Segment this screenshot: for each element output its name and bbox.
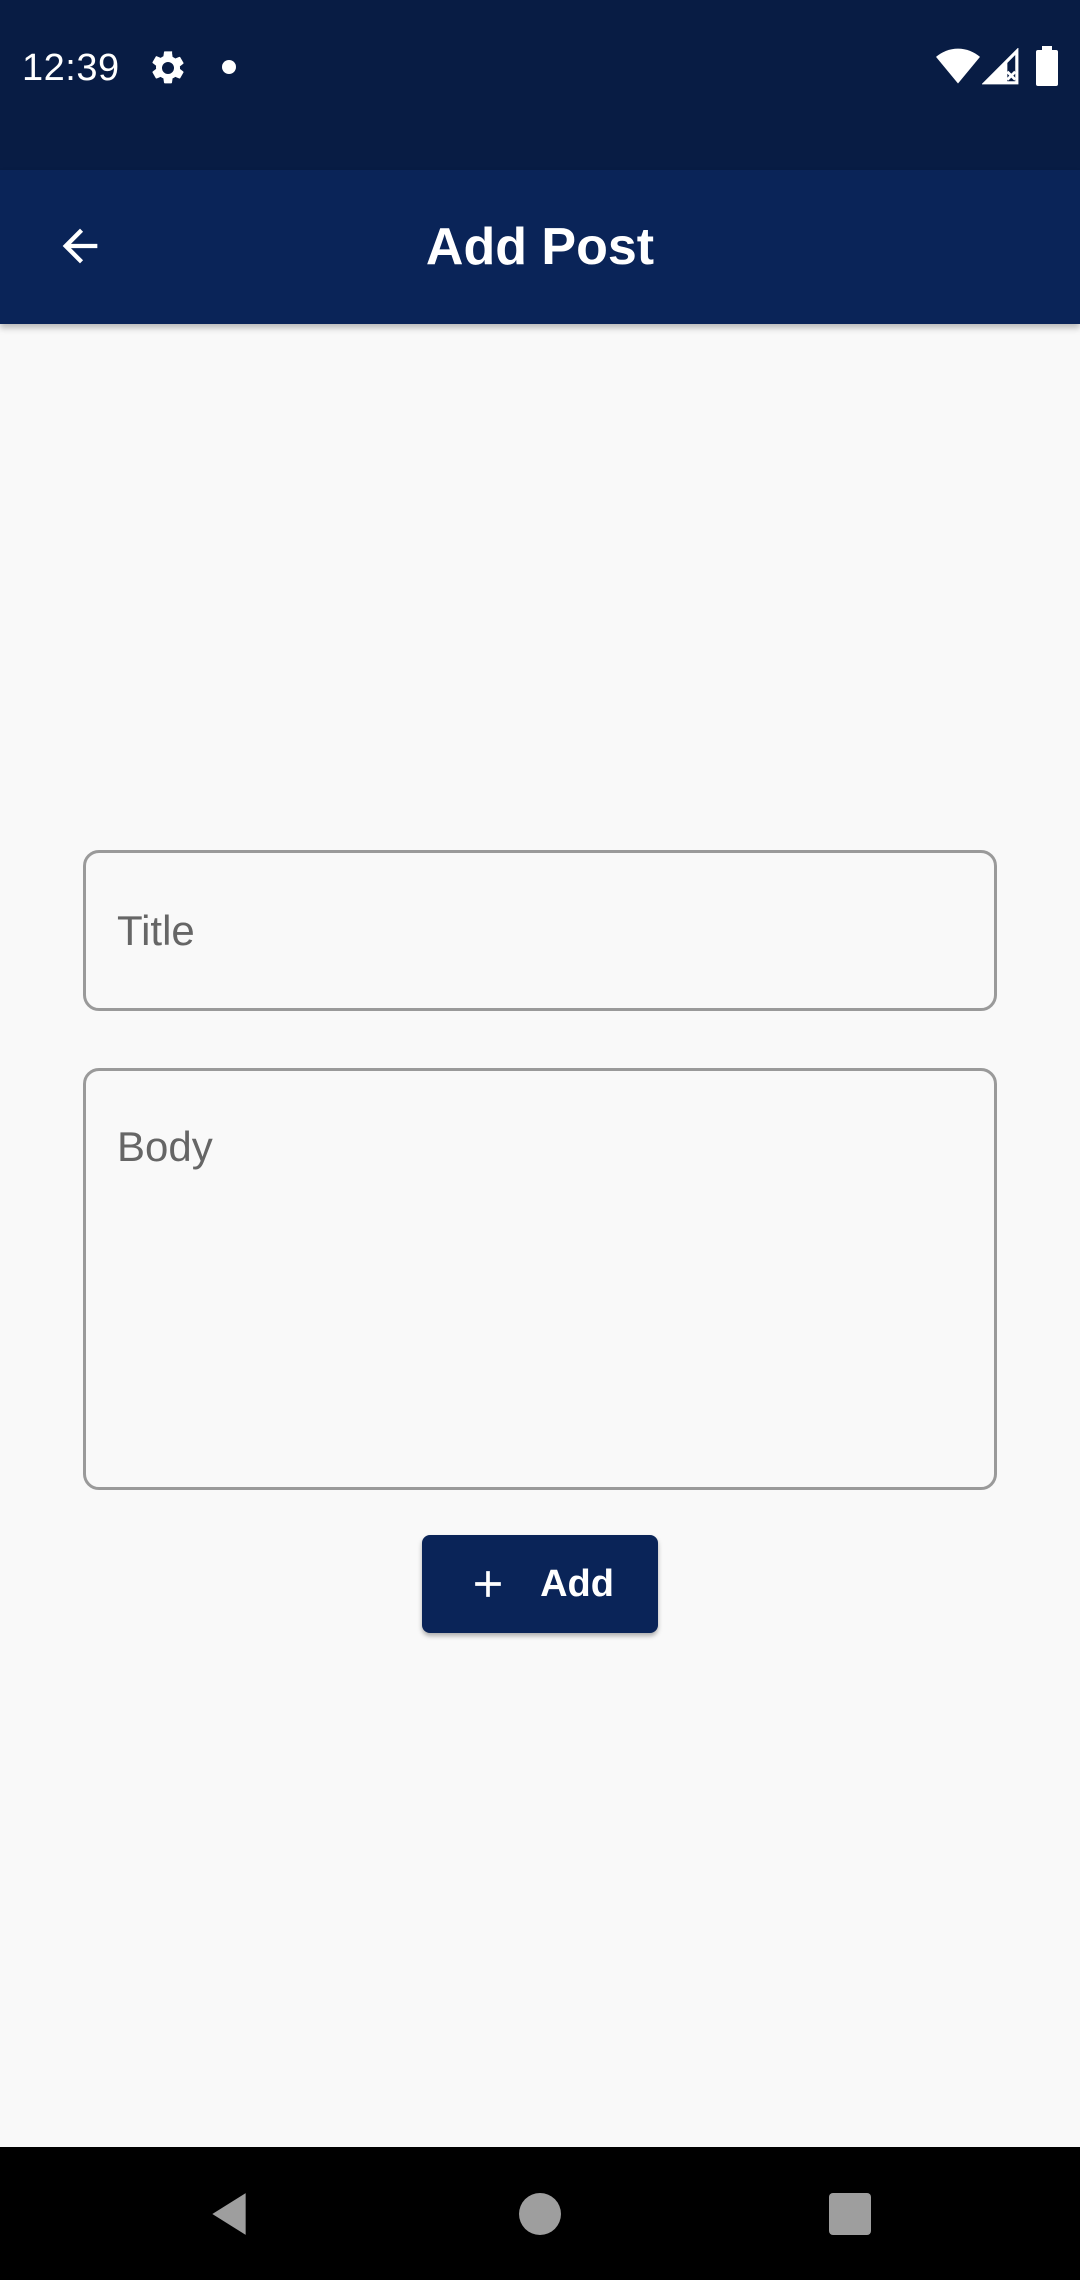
plus-icon <box>475 1571 501 1597</box>
nav-back-icon[interactable] <box>204 2189 254 2239</box>
signal-icon <box>982 48 1019 85</box>
title-placeholder: Title <box>117 907 195 954</box>
navigation-bar <box>0 2147 1080 2280</box>
wifi-icon <box>936 48 980 84</box>
body-field[interactable]: Body <box>83 1068 997 1490</box>
status-time: 12:39 <box>22 47 120 89</box>
title-field[interactable]: Title <box>83 850 997 1011</box>
notification-dot-icon <box>222 60 236 74</box>
gear-icon <box>152 51 184 84</box>
app-bar: Add Post <box>0 170 1080 324</box>
back-button[interactable] <box>40 206 120 286</box>
nav-home-icon[interactable] <box>519 2193 561 2235</box>
battery-icon <box>1036 46 1058 86</box>
add-button-label: Add <box>540 1562 614 1605</box>
nav-recents-icon[interactable] <box>829 2193 871 2235</box>
body-placeholder: Body <box>117 1123 213 1170</box>
screen: 12:39 Add Post Title Body Add <box>0 0 1080 2280</box>
status-bar: 12:39 <box>0 0 1080 170</box>
page-title: Add Post <box>425 218 655 276</box>
arrow-left-icon <box>62 228 98 264</box>
add-button[interactable]: Add <box>422 1535 658 1633</box>
